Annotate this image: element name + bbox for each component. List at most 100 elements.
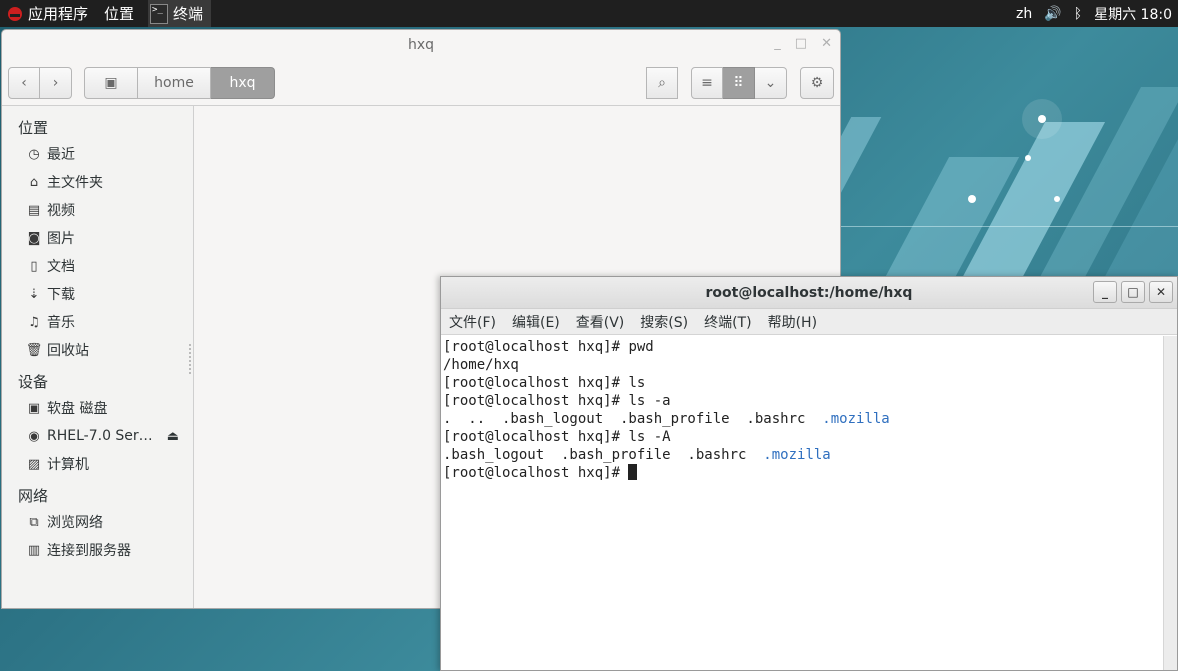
menu-view[interactable]: 查看(V): [576, 312, 625, 332]
sidebar-item-pictures[interactable]: ◙ 图片: [2, 224, 193, 252]
clock-label: 星期六 18:0: [1094, 6, 1172, 23]
minimize-icon: _: [1102, 285, 1108, 299]
network-icon: ⧉: [29, 514, 39, 530]
crumb-hxq-label: hxq: [229, 74, 256, 91]
output: . .. .bash_logout .bash_profile .bashrc: [443, 411, 823, 427]
disc-icon: ◉: [28, 428, 40, 444]
terminal-line: [root@localhost hxq]# ls -a: [443, 392, 1161, 410]
sidebar-item-label: 最近: [47, 147, 75, 163]
sidebar-item-music[interactable]: ♫ 音乐: [2, 308, 193, 336]
prompt: [root@localhost hxq]#: [443, 375, 629, 391]
bluetooth-icon[interactable]: ᛒ: [1068, 0, 1088, 27]
top-bar: 应用程序 位置 >_ 终端 zh 🔊 ᛒ 星期六 18:0: [0, 0, 1178, 27]
minimize-icon[interactable]: _: [774, 36, 781, 51]
menu-search[interactable]: 搜索(S): [640, 312, 688, 332]
view-options-button[interactable]: ⌄: [755, 66, 787, 99]
settings-button[interactable]: ⚙: [800, 66, 834, 99]
directory-output: .mozilla: [822, 411, 890, 427]
crumb-home-label: home: [154, 74, 194, 91]
output: /home/hxq: [443, 357, 519, 373]
close-button[interactable]: ✕: [1149, 281, 1173, 303]
redhat-logo-icon: [8, 6, 22, 21]
sidebar-item-computer[interactable]: ▨ 计算机: [2, 450, 193, 478]
menu-edit[interactable]: 编辑(E): [512, 312, 560, 332]
forward-button[interactable]: ›: [40, 66, 72, 99]
gear-icon: ⚙: [810, 74, 824, 91]
text-cursor: [628, 464, 638, 480]
sidebar-item-label: 音乐: [47, 315, 75, 331]
prompt: [root@localhost hxq]#: [443, 429, 629, 445]
input-method-indicator[interactable]: zh: [1010, 0, 1038, 27]
wallpaper-line: [840, 226, 1178, 227]
clock-icon: ◷: [28, 146, 40, 162]
grid-view-button[interactable]: ⠿: [723, 66, 755, 99]
search-icon: ⌕: [658, 74, 666, 91]
menu-help[interactable]: 帮助(H): [768, 312, 817, 332]
trash-icon: 🗑: [25, 342, 43, 358]
back-button[interactable]: ‹: [8, 66, 40, 99]
prompt: [root@localhost hxq]#: [443, 339, 629, 355]
sidebar-item-videos[interactable]: ▤ 视频: [2, 196, 193, 224]
sidebar-item-downloads[interactable]: ⇣ 下载: [2, 280, 193, 308]
maximize-icon: □: [1127, 285, 1139, 299]
sidebar-item-label: 图片: [47, 231, 75, 247]
chevron-left-icon: ‹: [21, 74, 27, 91]
sidebar-item-home[interactable]: ⌂ 主文件夹: [2, 168, 193, 196]
menu-terminal[interactable]: 终端(T): [704, 312, 751, 332]
search-button[interactable]: ⌕: [646, 66, 678, 99]
places-sidebar: 位置 ◷ 最近 ⌂ 主文件夹 ▤ 视频 ◙ 图片 ▯ 文档 ⇣ 下载 ♫ 音乐 🗑 回收站 设备…: [2, 106, 194, 608]
sidebar-item-trash[interactable]: 🗑 回收站: [2, 336, 193, 364]
input-method-label: zh: [1016, 5, 1033, 22]
file-manager-toolbar: ‹ › ▣ home hxq ⌕ ≡ ⠿ ⌄ ⚙: [2, 60, 840, 106]
sidebar-item-connect-server[interactable]: ▥ 连接到服务器: [2, 536, 193, 564]
terminal-titlebar[interactable]: root@localhost:/home/hxq _ □ ✕: [441, 277, 1177, 309]
volume-icon[interactable]: 🔊: [1038, 0, 1067, 27]
terminal-screen[interactable]: [root@localhost hxq]# pwd/home/hxq [root@…: [441, 336, 1163, 670]
wallpaper-dot: [1054, 196, 1060, 202]
sidebar-item-rhel-disc[interactable]: ◉ RHEL-7.0 Ser… ⏏: [2, 422, 193, 450]
server-icon: ▥: [27, 542, 41, 558]
floppy-icon: ▣: [27, 400, 41, 416]
file-manager-titlebar[interactable]: hxq _ □ ✕: [2, 30, 840, 60]
terminal-line: .bash_logout .bash_profile .bashrc .mozi…: [443, 446, 1161, 464]
chevron-right-icon: ›: [52, 74, 59, 91]
terminal-line: [root@localhost hxq]# pwd: [443, 338, 1161, 356]
sidebar-item-label: 回收站: [47, 343, 89, 359]
eject-icon[interactable]: ⏏: [167, 429, 179, 444]
sidebar-item-label: 下载: [47, 287, 75, 303]
places-menu[interactable]: 位置: [96, 0, 142, 27]
grid-icon: ⠿: [733, 74, 744, 91]
sidebar-item-label: 计算机: [47, 457, 89, 473]
sidebar-resize-handle[interactable]: [189, 344, 191, 374]
sidebar-item-documents[interactable]: ▯ 文档: [2, 252, 193, 280]
sidebar-item-label: RHEL-7.0 Ser…: [47, 428, 153, 444]
terminal-app-menu[interactable]: >_ 终端: [148, 0, 212, 27]
crumb-home[interactable]: home: [138, 66, 211, 99]
terminal-line: . .. .bash_logout .bash_profile .bashrc …: [443, 410, 1161, 428]
terminal-scrollbar[interactable]: [1163, 336, 1177, 670]
maximize-icon[interactable]: □: [795, 36, 807, 51]
crumb-hxq[interactable]: hxq: [211, 66, 275, 99]
close-icon: ✕: [1155, 285, 1167, 299]
places-label: 位置: [104, 5, 135, 23]
applications-menu[interactable]: 应用程序: [0, 0, 96, 27]
minimize-button[interactable]: _: [1093, 281, 1117, 303]
sidebar-item-label: 主文件夹: [47, 175, 103, 191]
clock[interactable]: 星期六 18:0: [1088, 0, 1178, 27]
menu-file[interactable]: 文件(F): [449, 312, 496, 332]
terminal-title: root@localhost:/home/hxq: [705, 284, 913, 301]
sidebar-item-browse-network[interactable]: ⧉ 浏览网络: [2, 508, 193, 536]
sidebar-item-recent[interactable]: ◷ 最近: [2, 140, 193, 168]
wallpaper-dot: [1025, 155, 1031, 161]
close-icon[interactable]: ✕: [821, 36, 832, 51]
root-crumb-button[interactable]: ▣: [84, 66, 138, 99]
sidebar-item-floppy[interactable]: ▣ 软盘 磁盘: [2, 394, 193, 422]
maximize-button[interactable]: □: [1121, 281, 1145, 303]
list-icon: ≡: [701, 74, 713, 91]
wallpaper-dot: [968, 195, 976, 203]
camera-icon: ◙: [27, 230, 41, 246]
sidebar-heading-network: 网络: [18, 486, 49, 505]
document-icon: ▯: [30, 258, 38, 274]
list-view-button[interactable]: ≡: [691, 66, 723, 99]
drive-icon: ▣: [104, 74, 118, 91]
